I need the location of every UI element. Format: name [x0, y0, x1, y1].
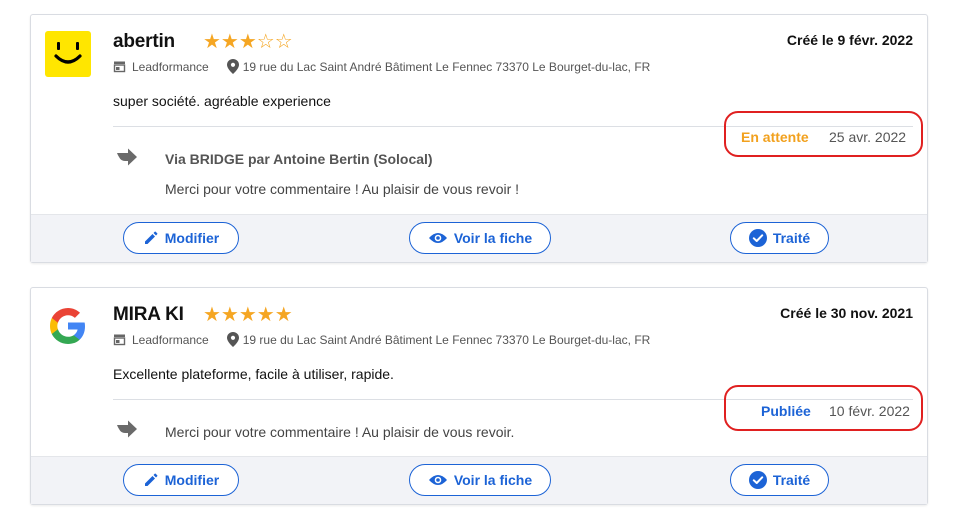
review-meta: Leadformance 19 rue du Lac Saint André B…	[113, 59, 650, 74]
created-date: Créé le 9 févr. 2022	[786, 32, 913, 48]
shop-icon	[113, 334, 126, 346]
reply-date: 25 avr. 2022	[829, 129, 907, 145]
reply-text: Merci pour votre commentaire ! Au plaisi…	[165, 181, 520, 197]
location-name: Leadformance	[132, 59, 209, 74]
map-pin-icon	[226, 59, 239, 74]
created-date: Créé le 30 nov. 2021	[780, 305, 913, 321]
location-name: Leadformance	[132, 332, 209, 347]
reply-text: Merci pour votre commentaire ! Au plaisi…	[165, 424, 515, 440]
edit-label: Modifier	[164, 472, 220, 488]
edit-label: Modifier	[164, 230, 220, 246]
reply-arrow-icon	[117, 420, 137, 438]
view-listing-button[interactable]: Voir la fiche	[409, 222, 551, 254]
star-rating: ★★★☆☆	[203, 30, 293, 54]
check-circle-icon	[748, 471, 767, 489]
star-full-icons: ★★★	[203, 31, 257, 53]
edit-button[interactable]: Modifier	[123, 222, 239, 254]
google-logo-icon	[45, 303, 91, 349]
review-author: abertin	[113, 31, 175, 52]
star-rating: ★★★★★	[203, 303, 293, 327]
review-meta: Leadformance 19 rue du Lac Saint André B…	[113, 332, 650, 347]
view-listing-button[interactable]: Voir la fiche	[409, 464, 551, 496]
mark-done-button[interactable]: Traité	[730, 464, 829, 496]
smiley-logo-icon	[45, 31, 91, 77]
done-label: Traité	[772, 230, 811, 246]
card-actions: Modifier Voir la fiche Traité	[31, 214, 927, 262]
mark-done-button[interactable]: Traité	[730, 222, 829, 254]
star-empty-icons: ☆☆	[256, 31, 293, 53]
check-circle-icon	[748, 229, 767, 247]
review-text: Excellente plateforme, facile à utiliser…	[113, 366, 394, 382]
shop-icon	[113, 61, 126, 73]
eye-icon	[428, 475, 447, 485]
map-pin-icon	[226, 332, 239, 347]
star-full-icons: ★★★★★	[203, 304, 293, 326]
review-text: super société. agréable experience	[113, 93, 331, 109]
reply-via: Via BRIDGE par Antoine Bertin (Solocal)	[165, 151, 433, 167]
pencil-icon	[144, 473, 158, 486]
reply-status: En attente	[741, 129, 809, 145]
view-label: Voir la fiche	[453, 472, 533, 488]
reply-arrow-icon	[117, 148, 137, 166]
reply-date: 10 févr. 2022	[829, 403, 910, 419]
done-label: Traité	[772, 472, 811, 488]
card-actions: Modifier Voir la fiche Traité	[31, 456, 927, 504]
view-label: Voir la fiche	[453, 230, 533, 246]
review-card: MIRA KI ★★★★★ Créé le 30 nov. 2021 Leadf…	[30, 287, 928, 505]
review-author: MIRA KI	[113, 304, 184, 325]
pencil-icon	[144, 231, 158, 244]
review-card: abertin ★★★☆☆ Créé le 9 févr. 2022 Leadf…	[30, 14, 928, 263]
eye-icon	[428, 233, 447, 243]
location-address: 19 rue du Lac Saint André Bâtiment Le Fe…	[242, 59, 651, 74]
reply-status: Publiée	[761, 403, 811, 419]
location-address: 19 rue du Lac Saint André Bâtiment Le Fe…	[242, 332, 651, 347]
edit-button[interactable]: Modifier	[123, 464, 239, 496]
